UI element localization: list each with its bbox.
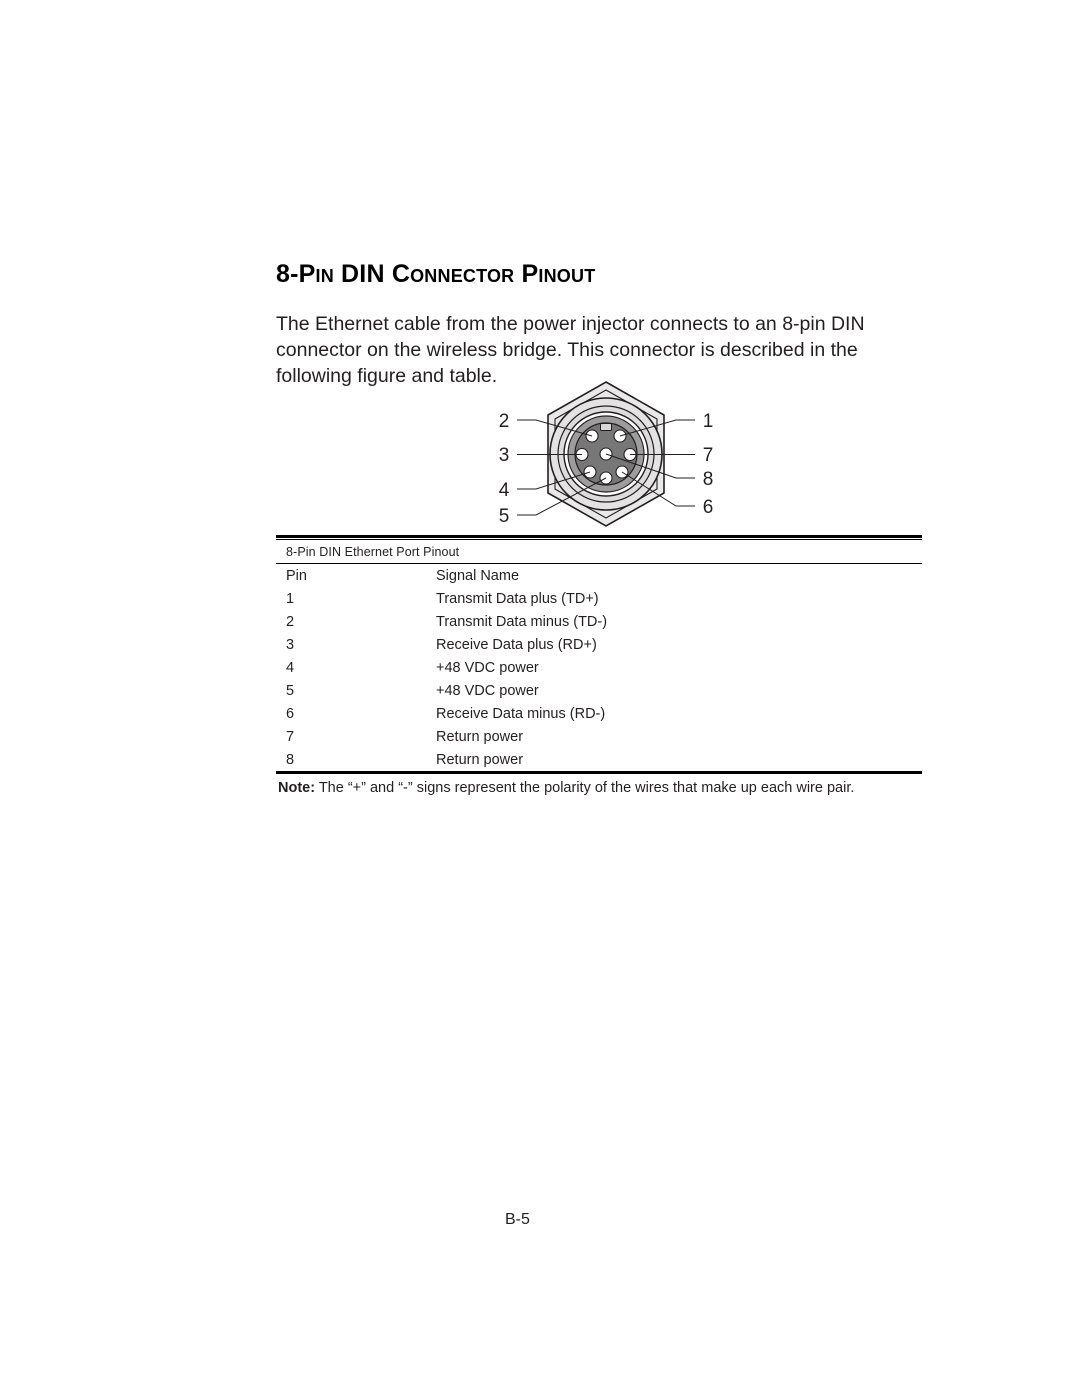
callout-label-left-3: 3 (499, 445, 510, 466)
page-title: 8-Pin DIN Connector Pinout (276, 259, 596, 288)
cell-pin: 5 (286, 682, 295, 699)
cell-signal-name: Transmit Data minus (TD-) (436, 613, 608, 630)
table-row: 6 Receive Data minus (RD-) (276, 702, 922, 725)
table-row: 2 Transmit Data minus (TD-) (276, 610, 922, 633)
table-caption: 8-Pin DIN Ethernet Port Pinout (286, 545, 460, 559)
cell-pin: 8 (286, 751, 295, 768)
cell-pin: 3 (286, 636, 295, 653)
callout-label-right-8: 8 (703, 469, 714, 490)
callout-label-right-7: 7 (703, 445, 714, 466)
cell-signal-name: +48 VDC power (436, 659, 539, 676)
pinout-table: 8-Pin DIN Ethernet Port Pinout Pin Signa… (276, 535, 922, 797)
connector-diagram: 2 3 4 5 1 7 8 6 (490, 378, 722, 530)
callout-label-right-6: 6 (703, 497, 714, 518)
cell-signal-name: Receive Data plus (RD+) (436, 636, 597, 653)
table-note: Note: The “+” and “-” signs represent th… (276, 774, 922, 797)
cell-signal-name: Receive Data minus (RD-) (436, 705, 606, 722)
cell-signal-name: Return power (436, 728, 524, 745)
column-header-signal: Signal Name (436, 567, 520, 584)
callout-label-right-1: 1 (703, 411, 714, 432)
cell-pin: 4 (286, 659, 295, 676)
table-note-label: Note: (278, 780, 316, 796)
cell-pin: 7 (286, 728, 295, 745)
table-row: 8 Return power (276, 748, 922, 771)
intro-paragraph: The Ethernet cable from the power inject… (276, 312, 865, 387)
cell-signal-name: +48 VDC power (436, 682, 539, 699)
table-row: 4 +48 VDC power (276, 656, 922, 679)
table-header-row: Pin Signal Name (276, 564, 922, 587)
callout-label-left-4: 4 (499, 480, 510, 501)
pinout-data-table: Pin Signal Name 1 Transmit Data plus (TD+… (276, 564, 922, 771)
table-note-text: The “+” and “-” signs represent the pola… (315, 780, 855, 796)
table-row: 1 Transmit Data plus (TD+) (276, 587, 922, 610)
cell-pin: 1 (286, 590, 295, 607)
cell-pin: 2 (286, 613, 295, 630)
footer-page-number: B-5 (505, 1211, 530, 1228)
cell-signal-name: Return power (436, 751, 524, 768)
callout-label-left-5: 5 (499, 506, 510, 527)
cell-signal-name: Transmit Data plus (TD+) (436, 590, 599, 607)
callout-label-left-2: 2 (499, 411, 510, 432)
keyway-notch (600, 423, 612, 431)
table-row: 5 +48 VDC power (276, 679, 922, 702)
column-header-pin: Pin (286, 567, 307, 584)
cell-pin: 6 (286, 705, 295, 722)
document-page: 8-Pin DIN Connector Pinout The Ethernet … (0, 0, 1080, 1397)
table-row: 7 Return power (276, 725, 922, 748)
din-connector-illustration (517, 381, 695, 527)
table-row: 3 Receive Data plus (RD+) (276, 633, 922, 656)
